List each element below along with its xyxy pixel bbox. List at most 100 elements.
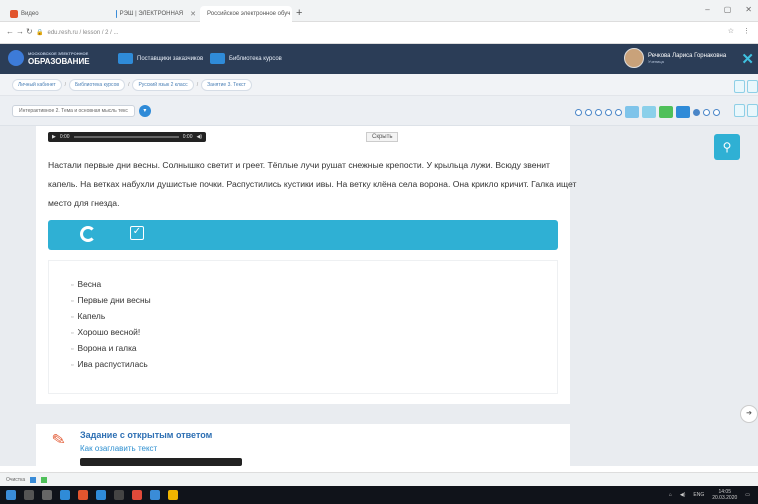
resh-favicon-icon (116, 10, 117, 18)
refresh-icon[interactable] (80, 226, 96, 242)
app-icon[interactable] (150, 490, 160, 500)
taskbar: ⌂ ◀) ENG 14:05 20.03.2020 ▭ (0, 486, 758, 504)
language-indicator[interactable]: ENG (693, 492, 704, 498)
forward-icon[interactable]: → (16, 27, 24, 36)
nav-library[interactable]: Библиотека курсов (210, 53, 282, 64)
network-icon[interactable]: ⌂ (669, 492, 672, 498)
pager-dot[interactable] (605, 108, 612, 116)
task-view-icon[interactable] (42, 490, 52, 500)
open-answer-card: ✎ Задание с открытым ответом Как озаглав… (36, 424, 570, 466)
side-tool-icon[interactable] (747, 80, 758, 93)
answer-option[interactable]: Ворона и галка (71, 341, 151, 357)
pager-dot[interactable] (575, 108, 582, 116)
answer-option[interactable]: Капель (71, 309, 151, 325)
close-window-button[interactable]: ✕ (745, 5, 752, 14)
bookmark-star-icon[interactable]: ☆ (728, 27, 734, 35)
pager-dot[interactable] (713, 108, 720, 116)
close-tab-icon[interactable]: ✕ (190, 10, 196, 18)
library-icon (210, 53, 225, 64)
lock-icon: 🔒 (36, 30, 44, 36)
notification-icon[interactable]: ▭ (745, 492, 750, 498)
search-icon[interactable] (24, 490, 34, 500)
explorer-icon[interactable] (114, 490, 124, 500)
browser-tab-label: РЭШ | ЭЛЕКТРОННАЯ (119, 11, 184, 17)
chevron-down-icon[interactable]: ▾ (138, 105, 151, 117)
store-icon[interactable] (96, 490, 106, 500)
breadcrumb-item[interactable]: Русский язык 2 класс (132, 78, 194, 91)
play-icon[interactable]: ▶ (52, 134, 56, 140)
audio-player[interactable] (80, 458, 242, 466)
tool-button[interactable]: ⚲ (714, 134, 740, 160)
pager-dot[interactable] (615, 108, 622, 116)
lesson-select[interactable]: Интерактивное 2. Тема и основная мысль т… (12, 104, 151, 118)
scroll-button[interactable]: ➔ (740, 405, 758, 423)
pager-block[interactable] (642, 106, 656, 118)
answer-option[interactable]: Хорошо весной! (71, 325, 151, 341)
pager-block[interactable] (676, 106, 690, 118)
downloads-bar: Очистка (0, 472, 758, 486)
url-field[interactable]: 🔒 edu.resh.ru / lesson / 2 / ... (36, 26, 626, 39)
download-item-icon[interactable] (41, 476, 48, 483)
answer-option[interactable]: Весна (71, 277, 151, 293)
volume-icon[interactable]: ◀) (196, 134, 202, 140)
breadcrumb-item[interactable]: Занятие 3. Текст (201, 78, 252, 91)
new-tab-button[interactable]: + (296, 7, 302, 19)
opera-icon[interactable] (132, 490, 142, 500)
extension-icon[interactable]: ⋮ (743, 27, 750, 35)
browser-tab-1[interactable]: Видео (6, 6, 96, 22)
maximize-button[interactable]: ▢ (724, 5, 732, 14)
nav-label: Библиотека курсов (229, 55, 282, 62)
site-logo[interactable]: МОСКОВСКОЕ ЭЛЕКТРОННОЕ ОБРАЗОВАНИЕ (8, 50, 90, 66)
side-tool-icon[interactable] (747, 104, 758, 117)
downloads-label: Очистка (6, 476, 26, 483)
address-bar: ← → ↻ 🔒 edu.resh.ru / lesson / 2 / ... ☆… (0, 22, 758, 44)
chrome-icon[interactable] (168, 490, 178, 500)
lesson-bar: Интерактивное 2. Тема и основная мысль т… (0, 96, 758, 126)
clock[interactable]: 14:05 20.03.2020 (712, 489, 737, 501)
breadcrumb-item[interactable]: Библиотека курсов (69, 78, 126, 91)
system-tray: ⌂ ◀) ENG 14:05 20.03.2020 ▭ (669, 489, 750, 501)
close-icon[interactable]: ✕ (741, 50, 754, 68)
pager-dot[interactable] (585, 108, 592, 116)
download-item-icon[interactable] (30, 476, 37, 483)
user-menu[interactable]: Речкова Лариса Горнаковна Ученица (624, 48, 726, 68)
browser-tab-2[interactable]: РЭШ | ЭЛЕКТРОННАЯ ✕ (112, 6, 200, 22)
browser-tabstrip: Видео РЭШ | ЭЛЕКТРОННАЯ ✕ Российское эле… (0, 0, 758, 22)
breadcrumb-item[interactable]: Личный кабинет (12, 78, 62, 91)
side-tool-icon[interactable] (734, 104, 745, 117)
suppliers-icon (118, 53, 133, 64)
app-icon[interactable] (78, 490, 88, 500)
pager-block-current[interactable] (659, 106, 673, 118)
answer-options: Весна Первые дни весны Капель Хорошо вес… (48, 260, 558, 394)
minimize-button[interactable]: – (705, 5, 709, 14)
back-icon[interactable]: ← (6, 27, 14, 36)
nav-suppliers[interactable]: Поставщики заказчиков (118, 53, 203, 64)
url-text: edu.resh.ru / lesson / 2 / ... (47, 29, 119, 36)
answer-option[interactable]: Ива распустилась (71, 357, 151, 373)
volume-icon[interactable]: ◀) (680, 492, 686, 498)
pager-dot[interactable] (693, 108, 700, 116)
side-tool-icon[interactable] (734, 80, 745, 93)
browser-tab-3[interactable]: Российское электронное обуч ✕ (200, 6, 292, 22)
start-icon[interactable] (6, 490, 16, 500)
open-answer-link[interactable]: Как озаглавить текст (80, 444, 157, 453)
pager-block[interactable] (625, 106, 639, 118)
hide-button[interactable]: Скрыть (366, 132, 399, 142)
clock-date: 20.03.2020 (712, 495, 738, 501)
check-icon[interactable]: ✓ (130, 226, 144, 240)
pager-dot[interactable] (595, 108, 602, 116)
answer-option[interactable]: Первые дни весны (71, 293, 150, 309)
audio-progress[interactable] (73, 136, 179, 138)
lesson-pager (575, 106, 720, 118)
audio-player[interactable]: ▶ 0:00 0:00 ◀) (48, 132, 206, 142)
logo-title: ОБРАЗОВАНИЕ (28, 57, 90, 66)
answer-list: Весна Первые дни весны Капель Хорошо вес… (71, 277, 151, 373)
breadcrumb: Личный кабинет / Библиотека курсов / Рус… (0, 74, 758, 96)
nav-label: Поставщики заказчиков (137, 55, 204, 62)
site-header: МОСКОВСКОЕ ЭЛЕКТРОННОЕ ОБРАЗОВАНИЕ Поста… (0, 44, 758, 74)
edge-icon[interactable] (60, 490, 70, 500)
pager-dot[interactable] (703, 108, 710, 116)
user-name: Речкова Лариса Горнаковна (648, 52, 727, 59)
audio-time-end: 0:00 (182, 134, 193, 140)
reload-icon[interactable]: ↻ (26, 27, 33, 36)
